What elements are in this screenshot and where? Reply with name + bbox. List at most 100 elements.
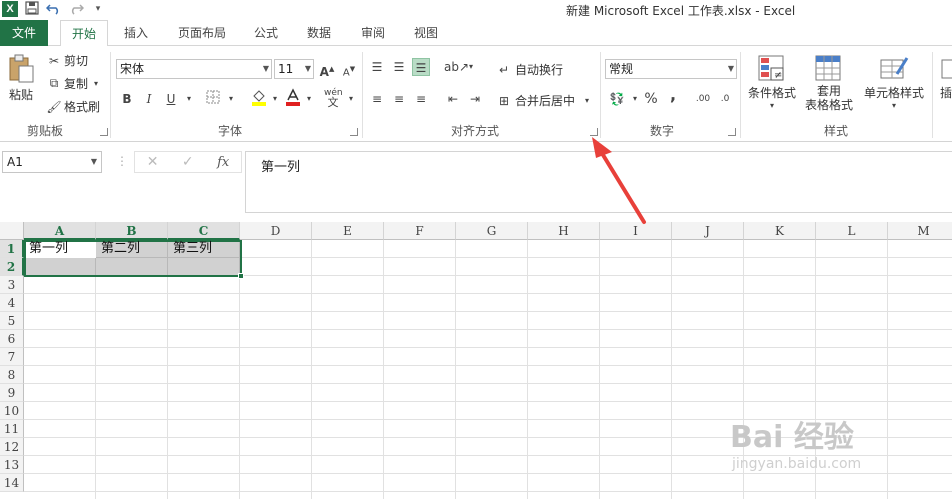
number-format-select[interactable]: 常规 ▼ [605,59,737,79]
column-header-a[interactable]: A [24,222,96,240]
cell-styles-button[interactable]: 单元格样式 ▾ [862,54,926,110]
underline-button[interactable]: U [162,90,180,108]
column-header-k[interactable]: K [744,222,816,240]
row-header-7[interactable]: 7 [0,348,24,366]
row-header-9[interactable]: 9 [0,384,24,402]
tab-file[interactable]: 文件 [0,20,48,46]
wrap-text-button[interactable]: ↵ 自动换行 [496,61,563,78]
tab-view[interactable]: 视图 [408,20,444,46]
row-header-8[interactable]: 8 [0,366,24,384]
percent-button[interactable]: % [642,90,660,108]
column-header-l[interactable]: L [816,222,888,240]
merge-center-button[interactable]: ⊞ 合并后居中 ▾ [496,92,589,109]
watermark-url: jingyan.baidu.com [732,456,862,472]
increase-decimal-icon[interactable]: .00 [694,90,712,108]
tab-insert[interactable]: 插入 [118,20,154,46]
select-all-button[interactable] [0,222,24,240]
font-size-select[interactable]: 11 ▼ [274,59,314,79]
column-header-f[interactable]: F [384,222,456,240]
bold-button[interactable]: B [118,90,136,108]
shrink-font-label: A [342,67,350,79]
align-left-icon[interactable]: ≡ [368,90,386,108]
tab-data[interactable]: 数据 [301,20,337,46]
orientation-icon[interactable]: ab↗ [444,58,469,76]
tab-home[interactable]: 开始 [60,20,108,47]
paste-button[interactable]: 粘贴 [6,54,36,103]
row-header-14[interactable]: 14 [0,474,24,492]
align-middle-icon[interactable]: ☰ [390,58,408,76]
cancel-icon[interactable]: ✕ [147,154,159,170]
chevron-down-icon[interactable]: ▾ [266,90,284,108]
insert-cells-button[interactable]: 插 [940,54,952,101]
align-top-icon[interactable]: ☰ [368,58,386,76]
group-separator [362,52,363,138]
decrease-decimal-icon[interactable]: .0 [716,90,734,108]
accounting-format-icon[interactable]: 💱 [608,90,626,108]
shrink-font-button[interactable]: A▼ [340,60,358,78]
row-header-1[interactable]: 1 [0,240,24,258]
cell-a1[interactable]: 第一列 [26,240,68,258]
insert-function-button[interactable]: fx [217,155,229,170]
column-header-m[interactable]: M [888,222,952,240]
font-size-value: 11 [278,62,294,76]
tab-page-layout[interactable]: 页面布局 [172,20,232,46]
save-icon[interactable] [24,1,40,17]
font-name-select[interactable]: 宋体 ▼ [116,59,272,79]
column-header-h[interactable]: H [528,222,600,240]
tab-formulas[interactable]: 公式 [248,20,284,46]
borders-button[interactable] [204,90,222,108]
chevron-down-icon[interactable]: ▾ [180,90,198,108]
row-header-5[interactable]: 5 [0,312,24,330]
enter-icon[interactable]: ✓ [182,154,194,170]
formula-bar-buttons: ✕ ✓ fx [134,151,242,173]
chevron-down-icon[interactable]: ▾ [462,58,480,76]
column-header-j[interactable]: J [672,222,744,240]
row-header-10[interactable]: 10 [0,402,24,420]
chevron-down-icon[interactable]: ▾ [300,90,318,108]
row-header-4[interactable]: 4 [0,294,24,312]
column-header-e[interactable]: E [312,222,384,240]
row-header-3[interactable]: 3 [0,276,24,294]
cell-b1[interactable]: 第二列 [98,240,140,258]
align-right-icon[interactable]: ≡ [412,90,430,108]
group-separator [932,52,933,138]
row-header-12[interactable]: 12 [0,438,24,456]
chevron-down-icon[interactable]: ▾ [222,90,240,108]
row-header-13[interactable]: 13 [0,456,24,474]
number-dialog-launcher[interactable] [728,128,736,136]
comma-style-button[interactable]: , [664,86,682,104]
alignment-dialog-launcher[interactable] [590,128,598,136]
redo-icon[interactable] [68,1,85,17]
increase-indent-icon[interactable]: ⇥ [466,90,484,108]
clipboard-dialog-launcher[interactable] [100,128,108,136]
column-header-b[interactable]: B [96,222,168,240]
font-dialog-launcher[interactable] [350,128,358,136]
copy-button[interactable]: ⧉ 复制 ▾ [46,75,98,92]
cell-c1[interactable]: 第三列 [170,240,212,258]
customize-qat-icon[interactable]: ▾ [90,1,106,17]
column-header-i[interactable]: I [600,222,672,240]
conditional-formatting-button[interactable]: ≠ 条件格式 ▾ [746,54,798,110]
column-header-d[interactable]: D [240,222,312,240]
column-header-g[interactable]: G [456,222,528,240]
italic-button[interactable]: I [140,90,158,108]
align-center-icon[interactable]: ≡ [390,90,408,108]
format-as-table-button[interactable]: 套用 表格格式 [800,54,858,112]
grow-font-button[interactable]: A▲ [318,60,336,79]
row-header-6[interactable]: 6 [0,330,24,348]
format-painter-button[interactable]: 🖌 格式刷 [46,98,100,115]
row-header-11[interactable]: 11 [0,420,24,438]
cut-button[interactable]: ✂ 剪切 [46,52,88,69]
name-box[interactable]: A1 ▼ [2,151,102,173]
undo-icon[interactable] [45,1,62,17]
formula-input[interactable]: 第一列 [245,151,952,213]
align-bottom-icon[interactable]: ☰ [412,58,430,76]
tab-review[interactable]: 审阅 [355,20,391,46]
fill-handle[interactable] [238,273,244,279]
row-header-2[interactable]: 2 [0,258,24,276]
phonetic-guide-button[interactable]: wén 文 [324,88,343,108]
decrease-indent-icon[interactable]: ⇤ [444,90,462,108]
wrap-text-icon: ↵ [498,62,510,77]
column-header-c[interactable]: C [168,222,240,240]
chevron-down-icon[interactable]: ▾ [342,90,360,108]
